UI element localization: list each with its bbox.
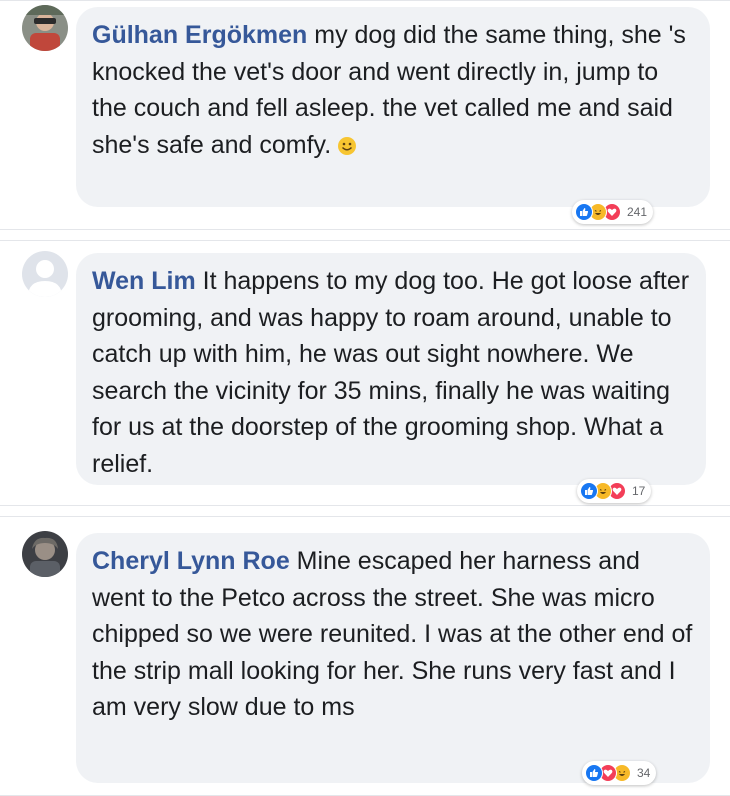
avatar[interactable] — [22, 531, 68, 577]
comment-author[interactable]: Wen Lim — [92, 267, 196, 295]
comment-author[interactable]: Gülhan Ergökmen — [92, 21, 307, 49]
like-reaction-icon — [585, 764, 603, 782]
comment-card: Wen Lim It happens to my dog too. He got… — [0, 240, 730, 506]
like-reaction-icon — [575, 203, 593, 221]
like-reaction-icon — [580, 482, 598, 500]
comment-card: Gülhan Ergökmen my dog did the same thin… — [0, 0, 730, 230]
reaction-count: 241 — [627, 205, 648, 219]
reaction-count: 17 — [632, 484, 646, 498]
comment-bubble: Wen Lim It happens to my dog too. He got… — [76, 253, 706, 485]
smiley-emoji-icon — [338, 136, 357, 155]
comment-bubble: Gülhan Ergökmen my dog did the same thin… — [76, 7, 710, 207]
comment-text: It happens to my dog too. He got loose a… — [92, 267, 690, 478]
default-avatar-icon — [22, 251, 68, 297]
avatar-photo-icon — [22, 5, 68, 51]
avatar[interactable] — [22, 5, 68, 51]
reactions-summary[interactable]: 17 — [577, 479, 652, 503]
comment-bubble: Cheryl Lynn Roe Mine escaped her harness… — [76, 533, 710, 783]
comment-card: Cheryl Lynn Roe Mine escaped her harness… — [0, 516, 730, 796]
comment-author[interactable]: Cheryl Lynn Roe — [92, 547, 290, 575]
reaction-count: 34 — [637, 766, 651, 780]
avatar-photo-icon — [22, 531, 68, 577]
avatar[interactable] — [22, 251, 68, 297]
reactions-summary[interactable]: 241 — [572, 200, 654, 224]
reactions-summary[interactable]: 34 — [582, 761, 657, 785]
